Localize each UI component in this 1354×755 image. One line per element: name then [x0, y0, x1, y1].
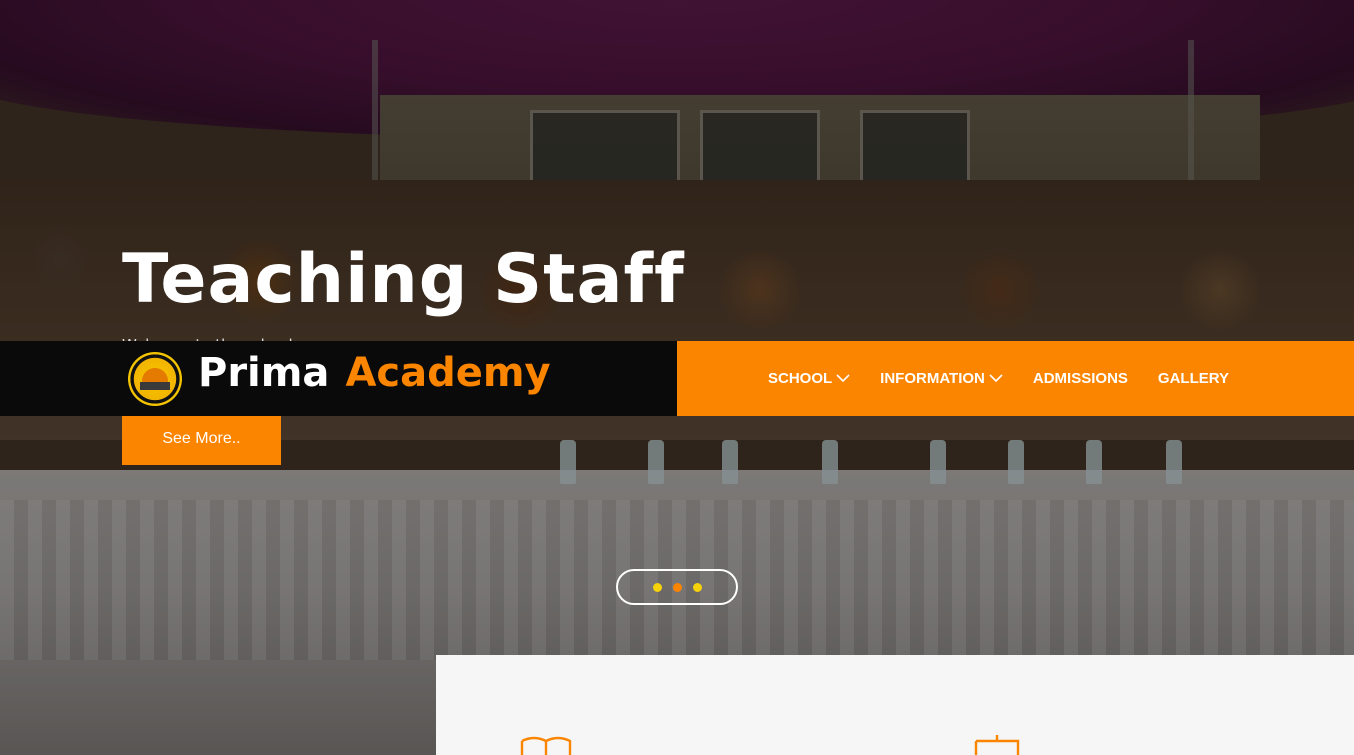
brand-name[interactable]: Prima Academy — [198, 350, 551, 396]
hero-title: Teaching Staff — [122, 240, 685, 319]
see-more-button[interactable]: See More.. — [122, 412, 281, 465]
nav-item-label: INFORMATION — [880, 370, 985, 387]
nav-item-label: GALLERY — [1157, 370, 1230, 387]
features-card — [436, 655, 1354, 755]
nav-item-label: ADMISSIONS — [1032, 370, 1128, 387]
chevron-down-icon — [989, 374, 1003, 383]
nav-item-gallery[interactable]: GALLERY — [1158, 370, 1229, 387]
brand-name-part1: Prima — [198, 350, 330, 396]
nav-item-admissions[interactable]: ADMISSIONS — [1033, 370, 1128, 387]
brand-name-part2: Academy — [345, 350, 551, 396]
book-icon — [520, 735, 572, 755]
slider-pagination — [616, 569, 738, 605]
slider-dot-2[interactable] — [672, 582, 682, 592]
main-nav: SCHOOL INFORMATION ADMISSIONS GALLERY — [677, 341, 1354, 416]
slider-dot-1[interactable] — [652, 582, 662, 592]
nav-menu: SCHOOL INFORMATION ADMISSIONS GALLERY — [768, 370, 1259, 387]
nav-item-school[interactable]: SCHOOL — [768, 370, 850, 387]
nav-item-label: SCHOOL — [768, 370, 833, 387]
logo-base — [140, 382, 170, 390]
slider-dot-3[interactable] — [692, 582, 702, 592]
nav-item-information[interactable]: INFORMATION — [880, 370, 1003, 387]
easel-icon — [974, 735, 1020, 755]
chevron-down-icon — [836, 374, 850, 383]
